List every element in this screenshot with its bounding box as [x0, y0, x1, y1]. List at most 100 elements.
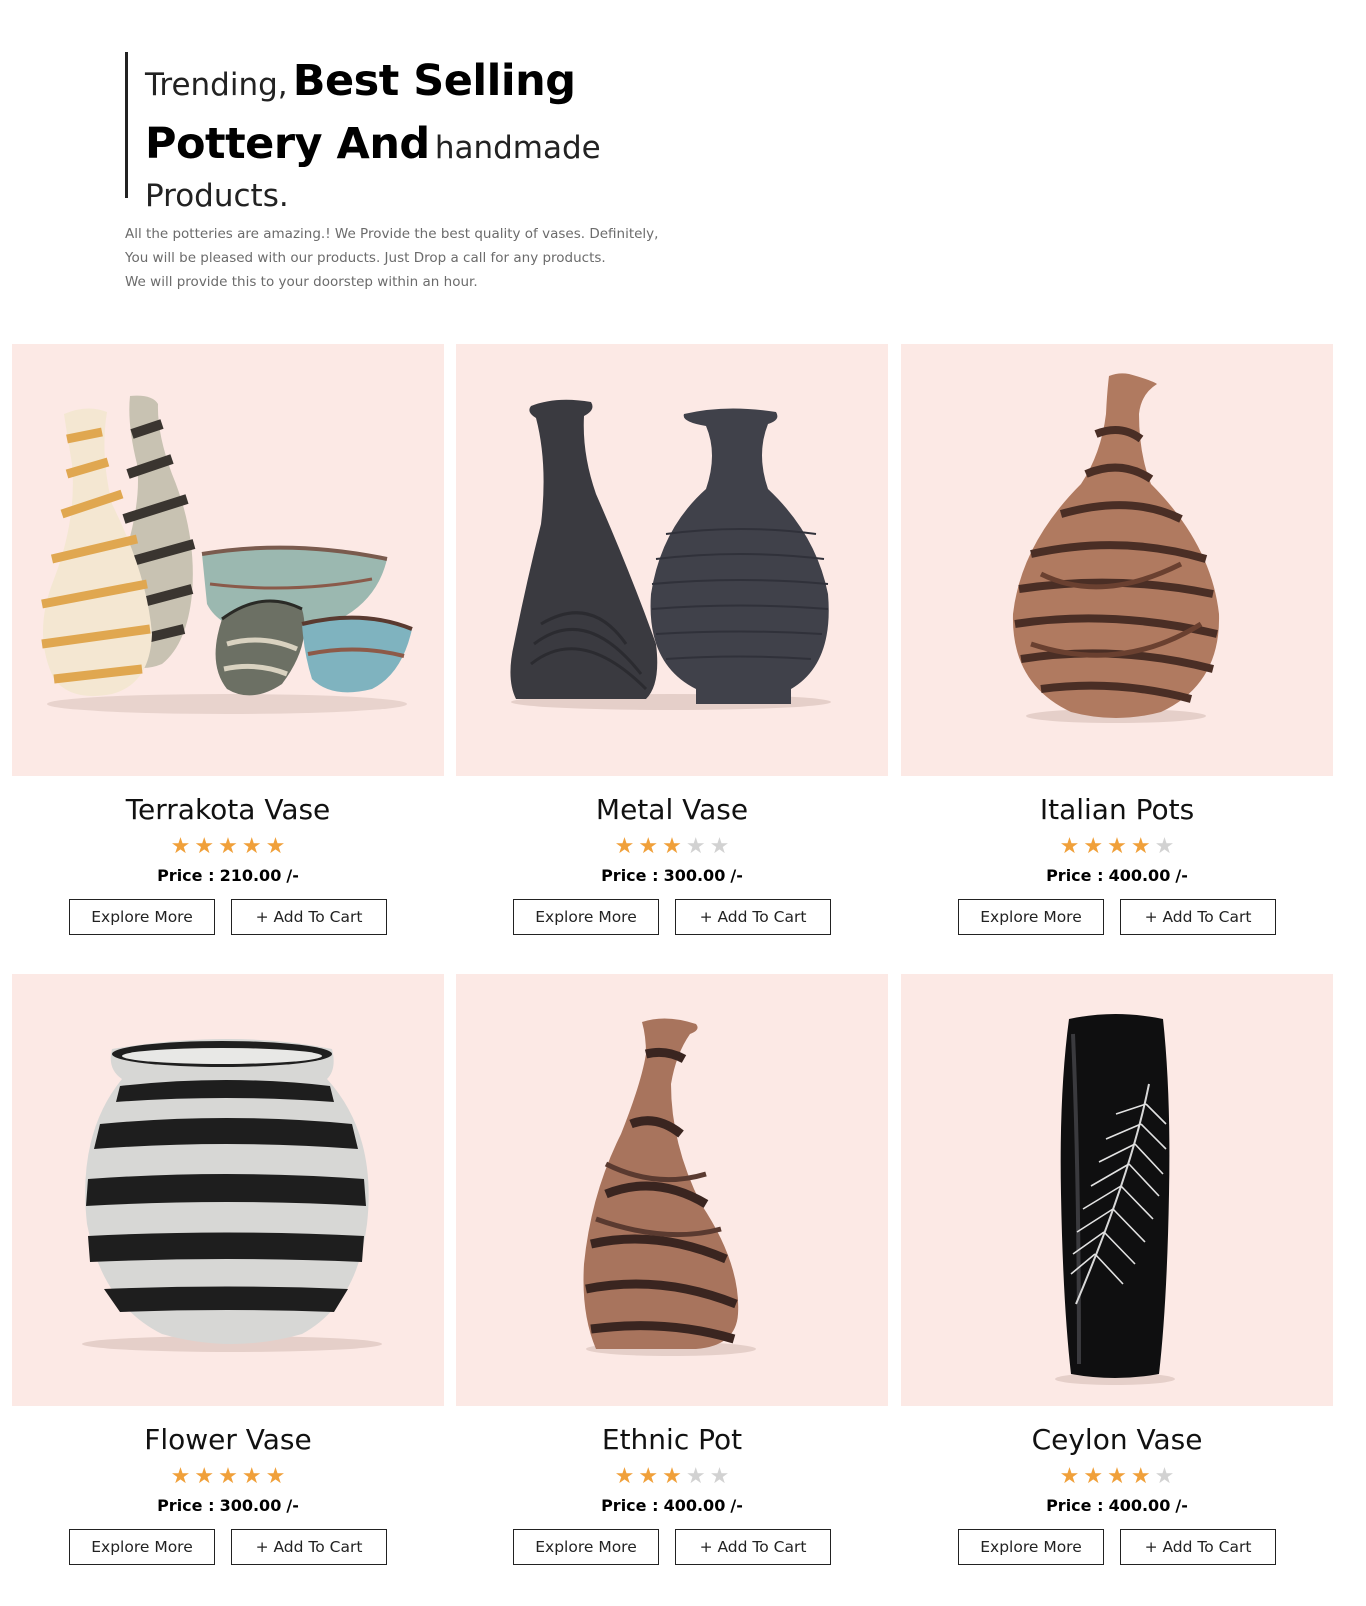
explore-more-button[interactable]: Explore More — [69, 1529, 215, 1565]
add-to-cart-button[interactable]: + Add To Cart — [675, 1529, 831, 1565]
striped-vases-image — [41, 395, 413, 714]
star-empty-icon: ★ — [709, 834, 730, 859]
product-image-italian-pots[interactable] — [901, 344, 1333, 776]
striped-pot-image — [82, 1039, 382, 1352]
star-filled-icon: ★ — [1107, 834, 1127, 859]
star-filled-icon: ★ — [170, 1464, 191, 1489]
star-filled-icon: ★ — [638, 834, 659, 859]
price-suffix: /- — [286, 866, 299, 885]
rating-stars: ★ ★ ★ ★ ★ — [901, 1465, 1333, 1489]
add-to-cart-button[interactable]: + Add To Cart — [231, 899, 387, 935]
price-suffix: /- — [730, 1496, 743, 1515]
price-label: Price : — [1046, 1496, 1104, 1515]
product-actions: Explore More + Add To Cart — [456, 1529, 888, 1565]
star-filled-icon: ★ — [1083, 1464, 1104, 1489]
star-filled-icon: ★ — [1059, 1464, 1080, 1489]
product-name: Ethnic Pot — [601, 1423, 743, 1456]
heading-trending: Trending, — [145, 67, 288, 103]
price-label: Price : — [157, 1496, 215, 1515]
star-filled-icon: ★ — [1130, 1464, 1151, 1489]
product-price: Price : 300.00 /- — [456, 865, 888, 887]
price-label: Price : — [601, 1496, 659, 1515]
star-filled-icon: ★ — [614, 1464, 635, 1489]
star-empty-icon: ★ — [709, 1464, 730, 1489]
star-filled-icon: ★ — [241, 1464, 262, 1489]
star-empty-icon: ★ — [685, 1464, 706, 1489]
product-name: Flower Vase — [144, 1423, 312, 1456]
star-filled-icon: ★ — [218, 834, 238, 859]
price-label: Price : — [601, 866, 659, 885]
hero-description-line: All the potteries are amazing.! We Provi… — [125, 226, 659, 242]
star-filled-icon: ★ — [218, 1464, 238, 1489]
product-card: Ceylon Vase ★ ★ ★ ★ ★ Price : 400.00 /- Expl… — [901, 974, 1333, 1574]
add-to-cart-button[interactable]: + Add To Cart — [1120, 1529, 1276, 1565]
hero-description: All the potteries are amazing.! We Provi… — [125, 222, 685, 294]
brown-vase-image — [1012, 373, 1220, 723]
explore-more-button[interactable]: Explore More — [513, 1529, 659, 1565]
price-value: 400.00 — [1108, 1496, 1171, 1515]
price-suffix: /- — [286, 1496, 299, 1515]
star-filled-icon: ★ — [614, 834, 635, 859]
price-suffix: /- — [1175, 866, 1188, 885]
product-price: Price : 400.00 /- — [456, 1495, 888, 1517]
product-image-ethnic-pot[interactable] — [456, 974, 888, 1406]
product-name: Metal Vase — [595, 793, 749, 826]
heading-pottery-and: Pottery And — [145, 119, 430, 169]
product-price: Price : 400.00 /- — [901, 865, 1333, 887]
price-label: Price : — [1046, 866, 1104, 885]
heading-products: Products. — [145, 178, 289, 214]
product-card: Flower Vase ★ ★ ★ ★ ★ Price : 300.00 /- Expl… — [12, 974, 444, 1574]
hero-heading: Trending, Best Selling Pottery And handm… — [125, 52, 685, 214]
hero-section: Trending, Best Selling Pottery And handm… — [125, 52, 685, 294]
product-actions: Explore More + Add To Cart — [12, 1529, 444, 1565]
price-suffix: /- — [1175, 1496, 1188, 1515]
product-actions: Explore More + Add To Cart — [901, 1529, 1333, 1565]
price-value: 300.00 — [219, 1496, 282, 1515]
add-to-cart-button[interactable]: + Add To Cart — [231, 1529, 387, 1565]
product-card: Metal Vase ★ ★ ★ ★ ★ Price : 300.00 /- Explo… — [456, 344, 888, 944]
explore-more-button[interactable]: Explore More — [69, 899, 215, 935]
product-image-ceylon-vase[interactable] — [901, 974, 1333, 1406]
star-filled-icon: ★ — [170, 834, 191, 859]
star-filled-icon: ★ — [194, 1464, 215, 1489]
rating-stars: ★ ★ ★ ★ ★ — [12, 835, 444, 859]
product-name: Terrakota Vase — [125, 793, 331, 826]
rating-stars: ★ ★ ★ ★ ★ — [456, 1465, 888, 1489]
product-price: Price : 210.00 /- — [12, 865, 444, 887]
hero-description-line: We will provide this to your doorstep wi… — [125, 274, 478, 290]
product-card: Terrakota Vase ★ ★ ★ ★ ★ Price : 210.00 /- E… — [12, 344, 444, 944]
product-card: Italian Pots ★ ★ ★ ★ ★ Price : 400.00 /- Exp… — [901, 344, 1333, 944]
price-suffix: /- — [730, 866, 743, 885]
hero-description-line: You will be pleased with our products. J… — [125, 250, 606, 266]
explore-more-button[interactable]: Explore More — [958, 899, 1104, 935]
price-label: Price : — [157, 866, 215, 885]
explore-more-button[interactable]: Explore More — [513, 899, 659, 935]
product-image-terrakota-vase[interactable] — [12, 344, 444, 776]
explore-more-button[interactable]: Explore More — [958, 1529, 1104, 1565]
star-empty-icon: ★ — [685, 834, 706, 859]
heading-handmade: handmade — [434, 130, 601, 166]
rating-stars: ★ ★ ★ ★ ★ — [456, 835, 888, 859]
feather-vase-image — [1055, 1014, 1175, 1385]
price-value: 210.00 — [219, 866, 282, 885]
product-name: Italian Pots — [1039, 793, 1195, 826]
rating-stars: ★ ★ ★ ★ ★ — [12, 1465, 444, 1489]
price-value: 300.00 — [663, 866, 726, 885]
product-image-metal-vase[interactable] — [456, 344, 888, 776]
star-filled-icon: ★ — [241, 834, 262, 859]
product-actions: Explore More + Add To Cart — [901, 899, 1333, 935]
star-filled-icon: ★ — [638, 1464, 659, 1489]
price-value: 400.00 — [1108, 866, 1171, 885]
product-price: Price : 300.00 /- — [12, 1495, 444, 1517]
star-filled-icon: ★ — [265, 1464, 286, 1489]
star-filled-icon: ★ — [1083, 834, 1104, 859]
add-to-cart-button[interactable]: + Add To Cart — [1120, 899, 1276, 935]
add-to-cart-button[interactable]: + Add To Cart — [675, 899, 831, 935]
heading-best-selling: Best Selling — [292, 56, 576, 106]
star-empty-icon: ★ — [1154, 1464, 1175, 1489]
product-actions: Explore More + Add To Cart — [12, 899, 444, 935]
star-filled-icon: ★ — [1059, 834, 1080, 859]
rating-stars: ★ ★ ★ ★ ★ — [901, 835, 1333, 859]
star-filled-icon: ★ — [194, 834, 215, 859]
product-image-flower-vase[interactable] — [12, 974, 444, 1406]
